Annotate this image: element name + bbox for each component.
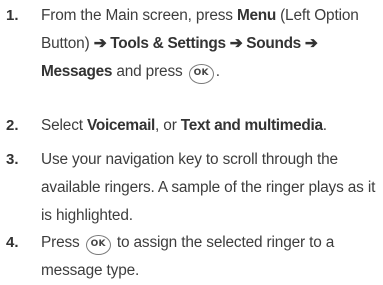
- instruction-steps: 1. From the Main screen, press Menu (Lef…: [0, 0, 383, 285]
- step-number: 1.: [6, 7, 19, 24]
- step-text-segment: to assign the selected ringer to a messa…: [41, 234, 335, 279]
- step-text-segment: , or: [155, 117, 181, 134]
- step-text-segment: and press: [112, 63, 187, 80]
- ok-key-icon: OK: [85, 235, 111, 255]
- menu-path-messages: Messages: [41, 63, 113, 80]
- step-number: 3.: [6, 151, 19, 168]
- step-text-segment: .: [215, 63, 220, 80]
- step-text-segment: Press: [41, 234, 84, 251]
- step-text: Use your navigation key to scroll throug…: [41, 151, 376, 224]
- voicemail-option: Voicemail: [87, 117, 156, 134]
- ok-key-label: OK: [193, 68, 209, 78]
- step-text-segment: .: [322, 117, 327, 134]
- step-number: 4.: [6, 234, 19, 251]
- step-text-segment: Select: [41, 117, 88, 134]
- step-text-segment: From the Main screen, press: [41, 7, 237, 24]
- step-text: Select Voicemail, or Text and multimedia…: [41, 112, 381, 140]
- menu-key-label: Menu: [236, 7, 276, 24]
- text-multimedia-option: Text and multimedia: [180, 117, 323, 134]
- ok-key-icon: OK: [188, 64, 214, 84]
- menu-path: ➔ Tools & Settings ➔ Sounds ➔: [93, 35, 318, 52]
- step-number: 2.: [6, 117, 19, 134]
- step-text: From the Main screen, press Menu (Left O…: [41, 2, 381, 86]
- step-text: Press OK to assign the selected ringer t…: [41, 229, 381, 285]
- ok-key-label: OK: [90, 239, 106, 249]
